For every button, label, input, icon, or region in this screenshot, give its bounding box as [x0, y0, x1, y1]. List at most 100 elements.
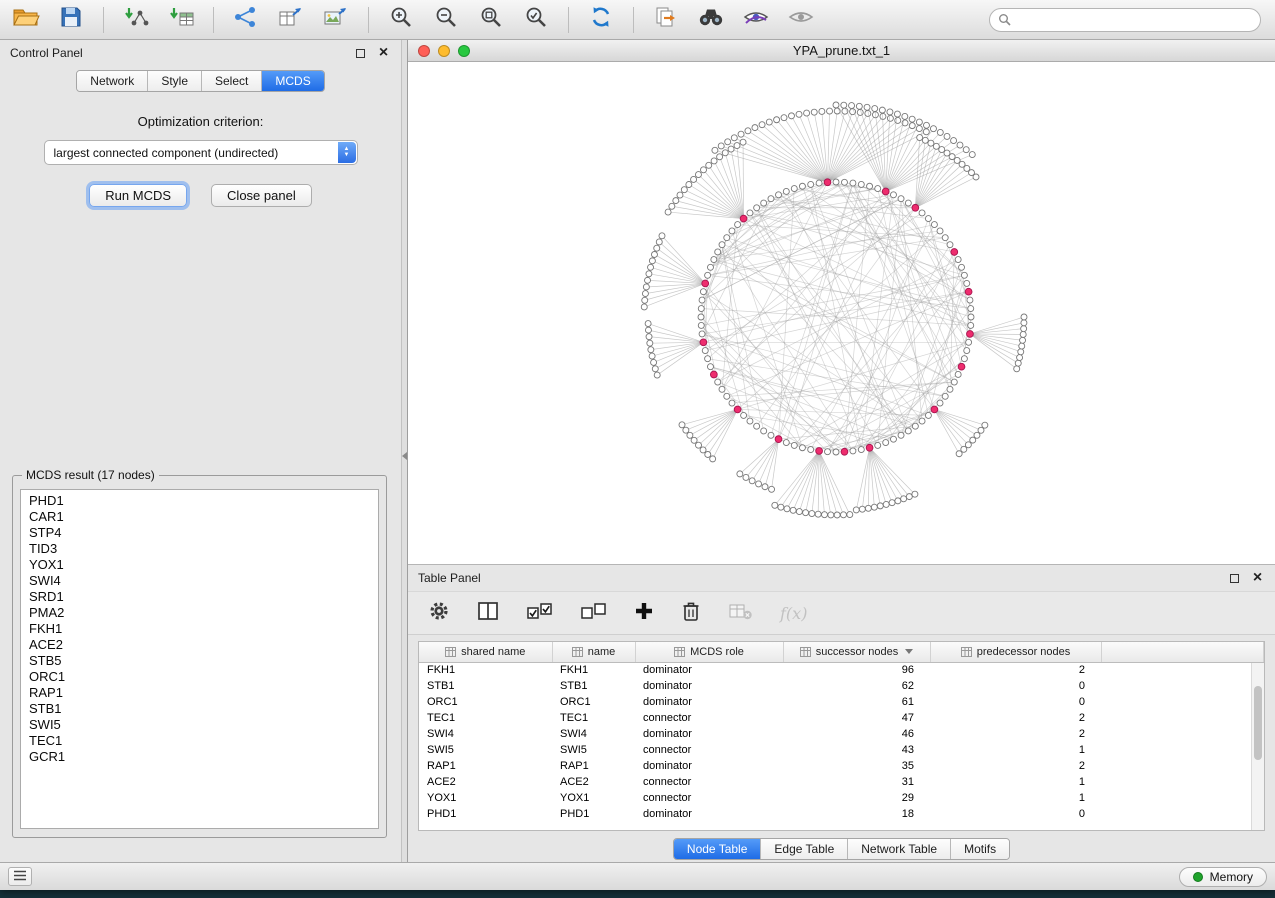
- table-row[interactable]: ORC1ORC1dominator610: [419, 694, 1264, 710]
- cell-mcds-role[interactable]: dominator: [635, 662, 783, 678]
- cell-shared-name[interactable]: ORC1: [419, 694, 552, 710]
- cell-mcds-role[interactable]: connector: [635, 774, 783, 790]
- table-settings-button[interactable]: [428, 600, 450, 627]
- cell-successor-nodes[interactable]: 47: [783, 710, 930, 726]
- mcds-result-list[interactable]: PHD1CAR1STP4TID3YOX1SWI4SRD1PMA2FKH1ACE2…: [20, 489, 379, 829]
- import-table-button[interactable]: [165, 5, 197, 35]
- table-row[interactable]: TEC1TEC1connector472: [419, 710, 1264, 726]
- cell-shared-name[interactable]: SWI5: [419, 742, 552, 758]
- column-header-predecessor-nodes[interactable]: predecessor nodes: [930, 642, 1101, 662]
- tab-edge-table[interactable]: Edge Table: [761, 839, 848, 859]
- tab-mcds[interactable]: MCDS: [262, 71, 323, 91]
- tab-network-table[interactable]: Network Table: [848, 839, 951, 859]
- close-window-icon[interactable]: [418, 45, 430, 57]
- cell-predecessor-nodes[interactable]: 0: [930, 806, 1101, 822]
- cell-name[interactable]: PHD1: [552, 806, 635, 822]
- column-header-successor-nodes[interactable]: successor nodes: [783, 642, 930, 662]
- run-mcds-button[interactable]: Run MCDS: [89, 184, 187, 207]
- cell-shared-name[interactable]: YOX1: [419, 790, 552, 806]
- cell-name[interactable]: SWI4: [552, 726, 635, 742]
- zoom-in-button[interactable]: [385, 5, 417, 35]
- mcds-result-item[interactable]: GCR1: [21, 749, 378, 765]
- cell-successor-nodes[interactable]: 46: [783, 726, 930, 742]
- network-canvas[interactable]: [408, 62, 1275, 564]
- mcds-result-item[interactable]: ACE2: [21, 637, 378, 653]
- memory-button[interactable]: Memory: [1179, 867, 1267, 887]
- cell-successor-nodes[interactable]: 43: [783, 742, 930, 758]
- save-session-button[interactable]: [55, 5, 87, 35]
- table-row[interactable]: FKH1FKH1dominator962: [419, 662, 1264, 678]
- delete-column-button[interactable]: [681, 600, 701, 627]
- cell-successor-nodes[interactable]: 29: [783, 790, 930, 806]
- cell-name[interactable]: ACE2: [552, 774, 635, 790]
- cell-mcds-role[interactable]: dominator: [635, 678, 783, 694]
- mcds-result-item[interactable]: STB5: [21, 653, 378, 669]
- clone-document-button[interactable]: [650, 5, 682, 35]
- column-visibility-button[interactable]: [477, 601, 499, 626]
- mcds-result-item[interactable]: YOX1: [21, 557, 378, 573]
- cell-mcds-role[interactable]: dominator: [635, 806, 783, 822]
- cell-mcds-role[interactable]: dominator: [635, 726, 783, 742]
- mcds-result-item[interactable]: TEC1: [21, 733, 378, 749]
- cell-name[interactable]: ORC1: [552, 694, 635, 710]
- cell-mcds-role[interactable]: dominator: [635, 694, 783, 710]
- cell-predecessor-nodes[interactable]: 1: [930, 790, 1101, 806]
- zoom-selected-button[interactable]: [520, 5, 552, 35]
- mcds-result-item[interactable]: PHD1: [21, 493, 378, 509]
- cell-predecessor-nodes[interactable]: 1: [930, 774, 1101, 790]
- cell-successor-nodes[interactable]: 62: [783, 678, 930, 694]
- open-session-button[interactable]: [10, 5, 42, 35]
- tab-style[interactable]: Style: [148, 71, 202, 91]
- close-panel-icon[interactable]: ×: [376, 46, 391, 61]
- cell-name[interactable]: YOX1: [552, 790, 635, 806]
- column-header-mcds-role[interactable]: MCDS role: [635, 642, 783, 662]
- cell-successor-nodes[interactable]: 96: [783, 662, 930, 678]
- float-table-panel-icon[interactable]: [1227, 571, 1242, 586]
- table-row[interactable]: YOX1YOX1connector291: [419, 790, 1264, 806]
- cell-name[interactable]: FKH1: [552, 662, 635, 678]
- cell-name[interactable]: SWI5: [552, 742, 635, 758]
- cell-mcds-role[interactable]: connector: [635, 790, 783, 806]
- tab-select[interactable]: Select: [202, 71, 262, 91]
- cell-predecessor-nodes[interactable]: 2: [930, 758, 1101, 774]
- cell-shared-name[interactable]: PHD1: [419, 806, 552, 822]
- minimize-window-icon[interactable]: [438, 45, 450, 57]
- mcds-result-item[interactable]: TID3: [21, 541, 378, 557]
- table-row[interactable]: SWI5SWI5connector431: [419, 742, 1264, 758]
- mcds-result-item[interactable]: SWI5: [21, 717, 378, 733]
- cell-shared-name[interactable]: TEC1: [419, 710, 552, 726]
- column-header-name[interactable]: name: [552, 642, 635, 662]
- cell-mcds-role[interactable]: connector: [635, 742, 783, 758]
- refresh-styles-button[interactable]: [585, 5, 617, 35]
- mcds-result-item[interactable]: RAP1: [21, 685, 378, 701]
- scrollbar-thumb[interactable]: [1254, 686, 1262, 759]
- mcds-result-item[interactable]: ORC1: [21, 669, 378, 685]
- cell-shared-name[interactable]: RAP1: [419, 758, 552, 774]
- mcds-result-item[interactable]: PMA2: [21, 605, 378, 621]
- select-all-button[interactable]: [526, 601, 553, 626]
- network-graph[interactable]: [408, 62, 1274, 563]
- cell-shared-name[interactable]: STB1: [419, 678, 552, 694]
- search-binoculars-button[interactable]: [695, 5, 727, 35]
- show-panel-button[interactable]: [8, 867, 32, 886]
- panel-splitter[interactable]: [401, 40, 408, 862]
- mcds-result-item[interactable]: STB1: [21, 701, 378, 717]
- cell-predecessor-nodes[interactable]: 2: [930, 662, 1101, 678]
- search-input[interactable]: [989, 8, 1261, 32]
- export-table-button[interactable]: [275, 5, 307, 35]
- mcds-result-item[interactable]: STP4: [21, 525, 378, 541]
- tab-node-table[interactable]: Node Table: [674, 839, 762, 859]
- cell-predecessor-nodes[interactable]: 1: [930, 742, 1101, 758]
- cell-mcds-role[interactable]: connector: [635, 710, 783, 726]
- cell-predecessor-nodes[interactable]: 2: [930, 710, 1101, 726]
- zoom-fit-button[interactable]: [475, 5, 507, 35]
- cell-shared-name[interactable]: FKH1: [419, 662, 552, 678]
- table-row[interactable]: SWI4SWI4dominator462: [419, 726, 1264, 742]
- cell-mcds-role[interactable]: dominator: [635, 758, 783, 774]
- tab-network[interactable]: Network: [77, 71, 148, 91]
- float-panel-icon[interactable]: [353, 46, 368, 61]
- tab-motifs[interactable]: Motifs: [951, 839, 1009, 859]
- cell-predecessor-nodes[interactable]: 0: [930, 694, 1101, 710]
- cell-predecessor-nodes[interactable]: 2: [930, 726, 1101, 742]
- cell-predecessor-nodes[interactable]: 0: [930, 678, 1101, 694]
